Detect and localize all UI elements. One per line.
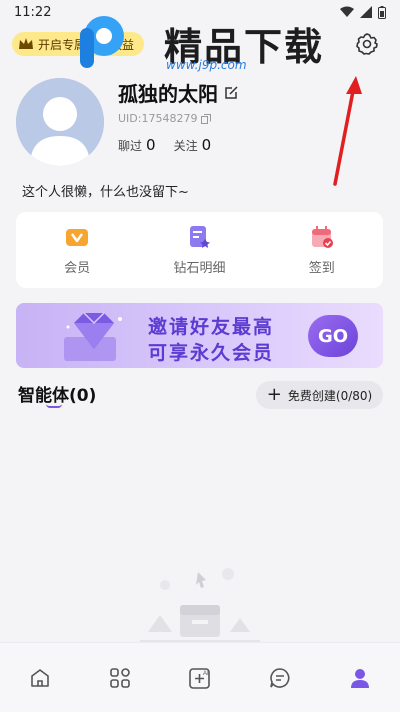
tab-ai-create[interactable]: AI xyxy=(180,658,220,698)
settings-gear-icon[interactable] xyxy=(354,31,380,57)
empty-state-illustration xyxy=(140,568,260,642)
stats-row: 聊过 0 关注 0 xyxy=(118,136,211,154)
vip-pill-label: 开启专属会员权益 xyxy=(38,37,135,52)
banner-line1: 邀请好友最高 xyxy=(148,316,275,338)
watermark-url: www.j9p.com xyxy=(166,58,247,72)
banner-go-button[interactable]: GO xyxy=(308,315,358,357)
following-count: 0 xyxy=(201,136,212,154)
default-avatar-icon xyxy=(16,78,104,166)
create-agent-label: 免费创建(0/80) xyxy=(287,388,373,403)
quick-action-label: 签到 xyxy=(308,260,335,276)
vip-benefits-button[interactable]: 开启专属会员权益 xyxy=(12,32,145,56)
username: 孤独的太阳 xyxy=(118,78,238,107)
watermark-title: 精品下载 xyxy=(164,25,325,69)
status-time: 11:22 xyxy=(14,4,52,20)
diamond-detail-icon xyxy=(190,225,211,248)
status-icons xyxy=(340,5,386,19)
bio-text: 这个人很懒，什么也没留下~ xyxy=(22,185,189,200)
status-bar: 11:22 xyxy=(0,0,400,24)
annotation-arrow xyxy=(333,76,362,186)
username-text: 孤独的太阳 xyxy=(118,82,218,106)
plus-icon: + xyxy=(266,384,282,405)
vip-icon xyxy=(66,228,89,246)
invite-banner[interactable]: 邀请好友最高 可享永久会员 GO xyxy=(16,303,383,368)
quick-action-label: 会员 xyxy=(64,260,91,276)
crown-icon xyxy=(19,38,33,49)
chat-icon xyxy=(270,667,290,688)
wifi-icon xyxy=(340,6,354,17)
profile-icon xyxy=(351,668,369,688)
quick-actions-card: 会员 钻石明细 签到 xyxy=(16,212,383,288)
home-icon xyxy=(31,668,49,687)
tab-home[interactable] xyxy=(20,658,60,698)
quick-action-vip[interactable]: 会员 xyxy=(27,225,127,276)
battery-icon xyxy=(378,5,386,19)
chats-label: 聊过 xyxy=(118,139,143,153)
create-agent-button[interactable]: + 免费创建(0/80) xyxy=(256,381,383,409)
uid-row: UID:17548279 xyxy=(118,112,212,125)
chats-count: 0 xyxy=(146,136,156,154)
copy-icon[interactable] xyxy=(201,113,212,124)
uid-text: UID:17548279 xyxy=(118,112,198,125)
discover-grid-icon xyxy=(110,667,130,688)
tab-profile[interactable] xyxy=(340,658,380,698)
agents-section-title: 智能体(0) xyxy=(18,386,97,406)
edit-profile-icon[interactable] xyxy=(224,85,238,100)
chats-stat[interactable]: 聊过 0 xyxy=(118,136,156,154)
avatar[interactable] xyxy=(16,78,104,166)
following-stat[interactable]: 关注 0 xyxy=(174,136,212,154)
signal-icon xyxy=(360,6,372,18)
checkin-calendar-icon xyxy=(311,225,333,248)
svg-text:AI: AI xyxy=(203,671,209,677)
banner-line2: 可享永久会员 xyxy=(148,342,275,364)
quick-action-diamond-detail[interactable]: 钻石明细 xyxy=(149,225,249,276)
agents-title-underline xyxy=(46,404,62,408)
quick-action-label: 钻石明细 xyxy=(173,260,226,276)
diamond-gift-icon xyxy=(64,312,122,361)
tab-discover[interactable] xyxy=(100,658,140,698)
following-label: 关注 xyxy=(173,139,198,153)
ai-create-icon: AI xyxy=(189,667,210,689)
tab-chat[interactable] xyxy=(260,658,300,698)
bottom-tab-bar: AI xyxy=(0,642,400,712)
quick-action-checkin[interactable]: 签到 xyxy=(272,225,372,276)
